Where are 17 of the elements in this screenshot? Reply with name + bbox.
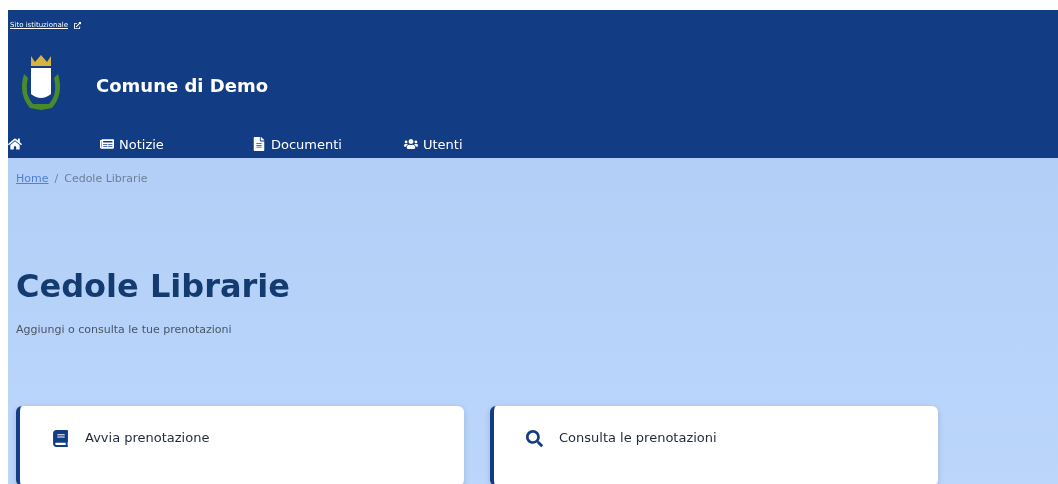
newspaper-icon: [100, 137, 114, 151]
nav-link[interactable]: Documenti: [250, 136, 402, 152]
breadcrumb-current: Cedole Librarie: [64, 172, 148, 185]
breadcrumb-separator: /: [54, 172, 59, 185]
site-title: Comune di Demo: [96, 74, 269, 96]
nav-link[interactable]: Notizie: [98, 136, 250, 152]
book-icon: [52, 430, 69, 447]
page-title: Cedole Librarie: [16, 267, 291, 305]
document-icon: [252, 137, 266, 151]
home-icon: [8, 137, 22, 151]
action-card[interactable]: Avvia prenotazione: [16, 406, 464, 484]
nav-link[interactable]: Utenti: [402, 136, 554, 152]
users-icon: [404, 137, 418, 151]
action-card[interactable]: Consulta le prenotazioni: [490, 406, 938, 484]
page-subtitle: Aggiungi o consulta le tue prenotazioni: [16, 323, 233, 336]
search-icon: [526, 430, 543, 447]
external-link-icon: [74, 21, 81, 29]
